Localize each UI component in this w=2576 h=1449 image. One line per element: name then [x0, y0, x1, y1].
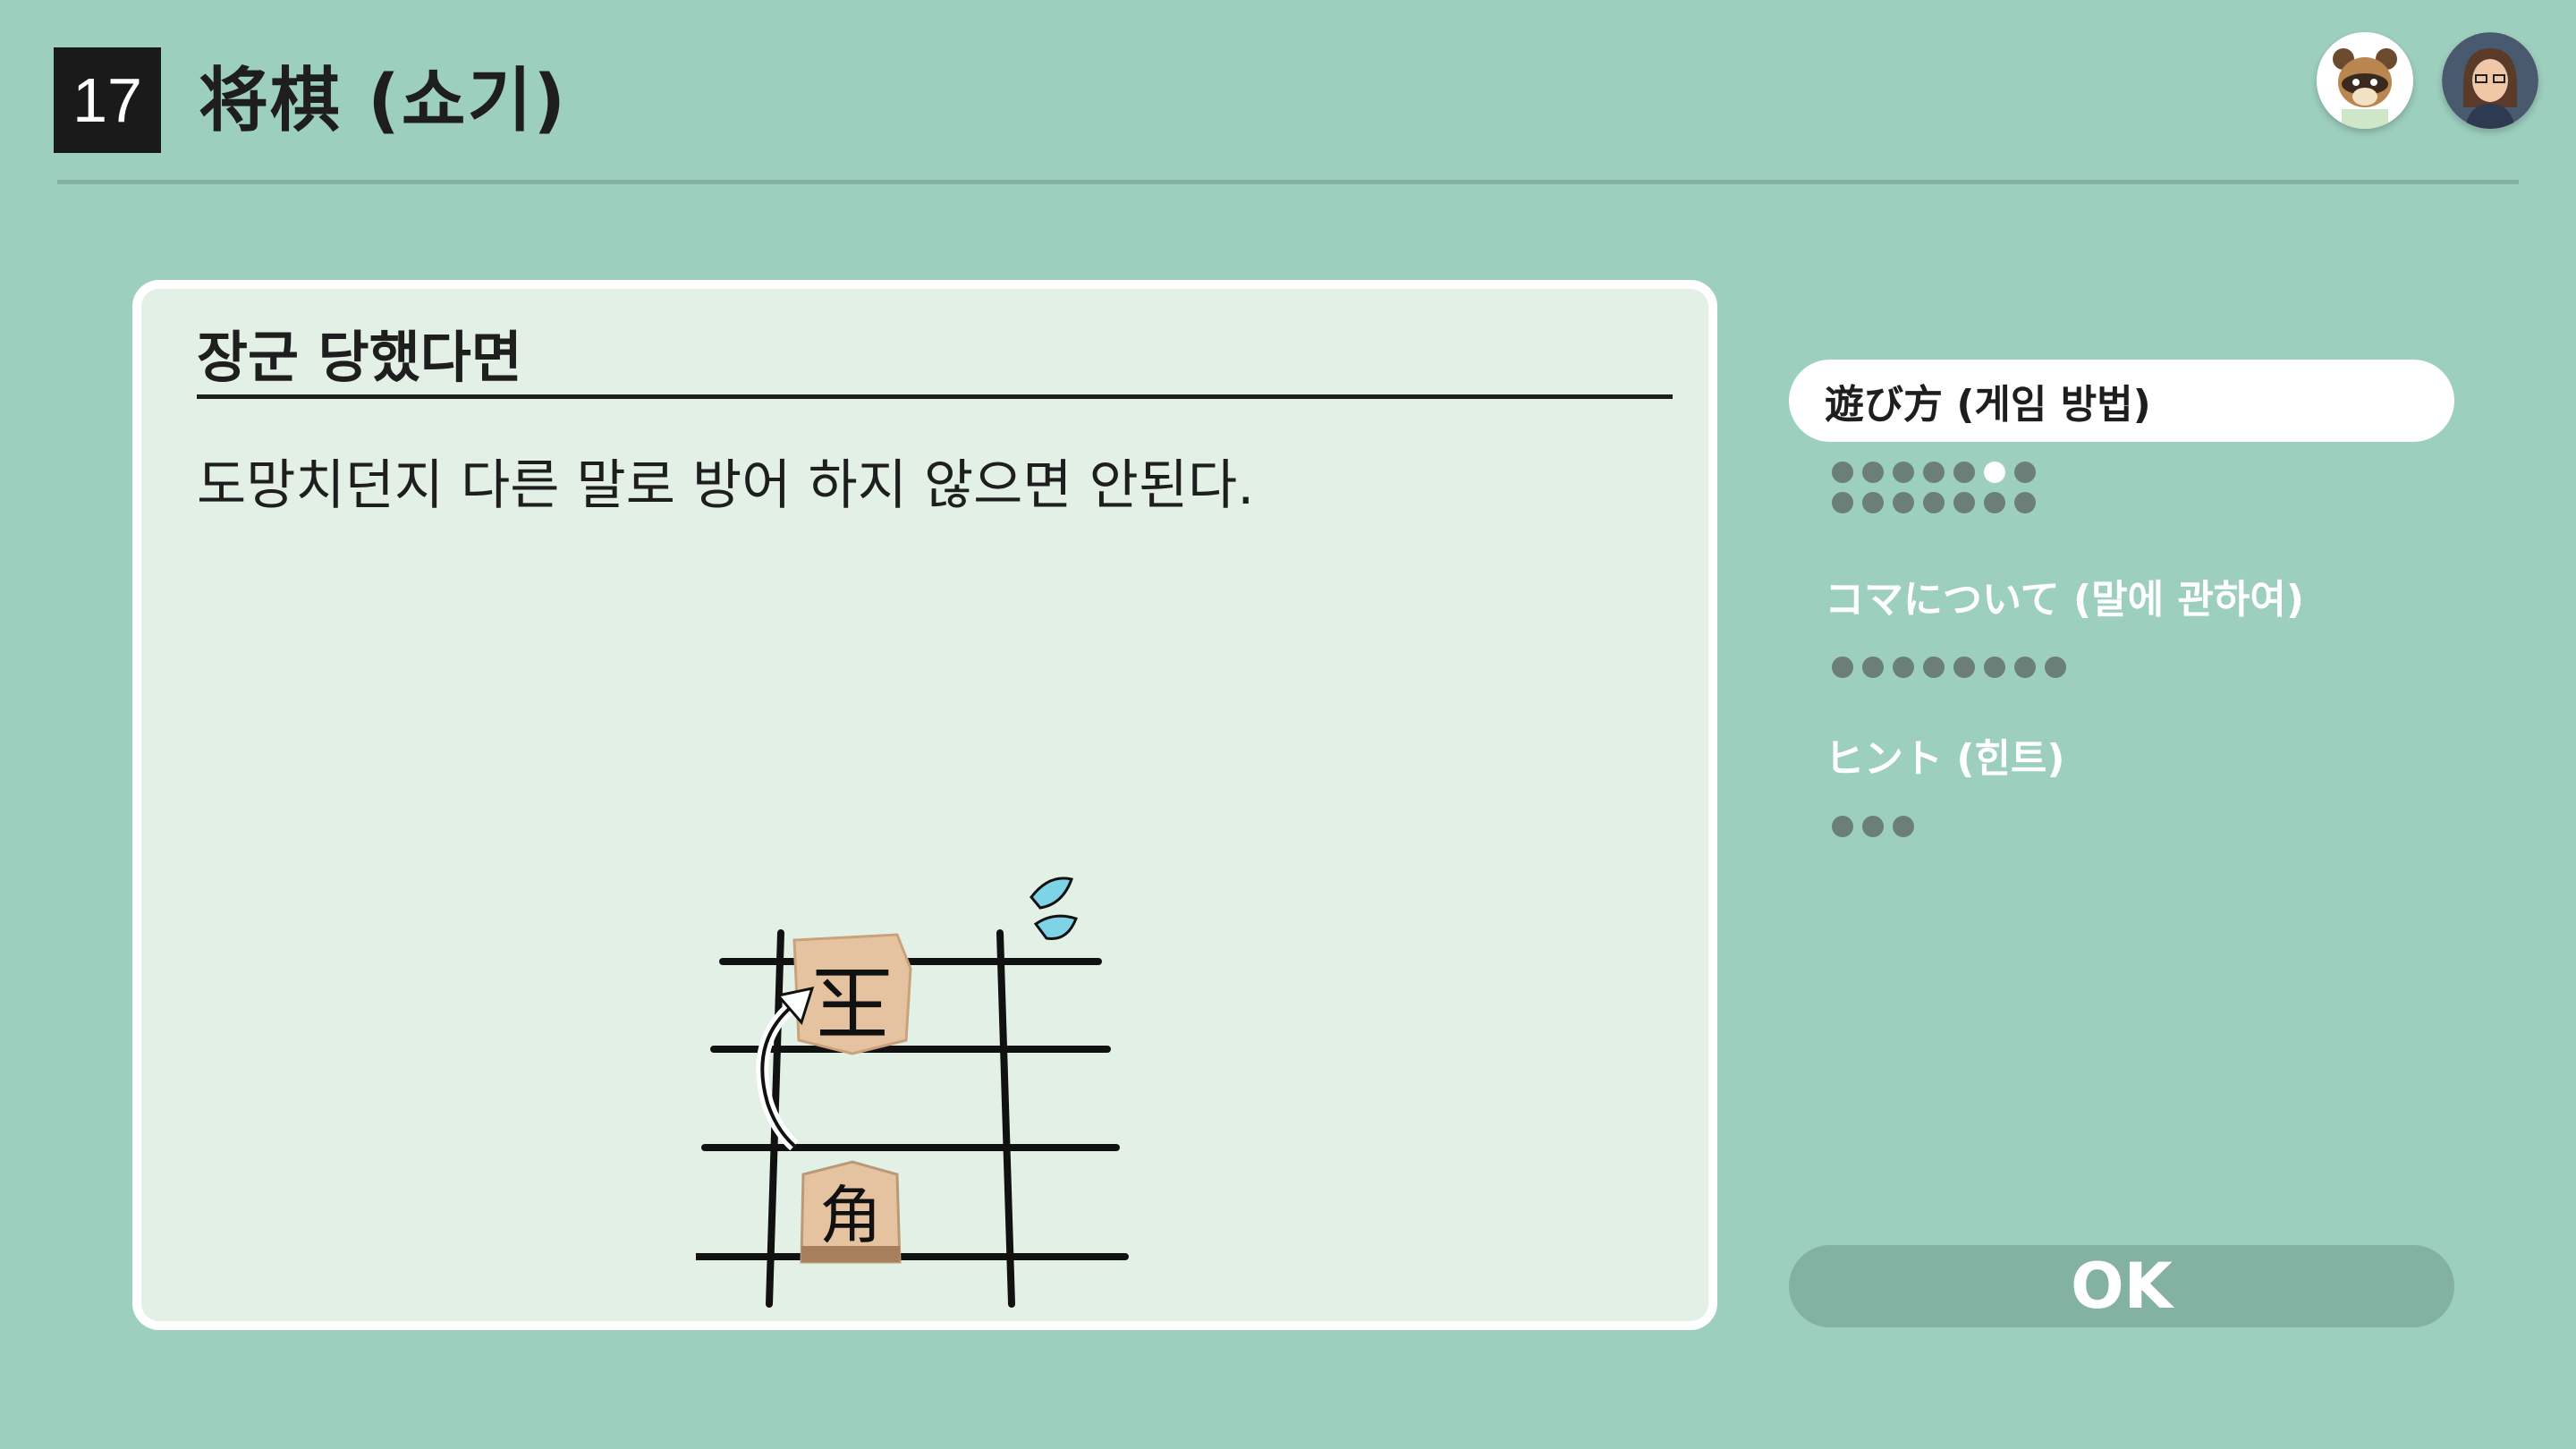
page-dot[interactable]	[1832, 816, 1853, 837]
about-pieces-page-dots	[1832, 657, 2100, 678]
raccoon-avatar-icon	[2317, 32, 2413, 129]
king-piece-label: 玉	[812, 953, 893, 1047]
how-to-play-page-dots	[1832, 462, 2064, 513]
page-dot[interactable]	[1893, 462, 1914, 483]
card-heading: 장군 당했다면	[197, 325, 522, 390]
page-dot[interactable]	[2045, 657, 2066, 678]
menu-item-about-pieces[interactable]: コマについて (말에 관하여)	[1789, 555, 2454, 637]
sweat-drops-icon	[1030, 877, 1078, 941]
level-number: 17	[54, 47, 161, 153]
menu-item-how-to-play[interactable]: 遊び方 (게임 방법)	[1789, 360, 2454, 442]
hints-page-dots	[1832, 816, 2064, 837]
page-dot-current[interactable]	[1984, 462, 2005, 483]
page-dot[interactable]	[1862, 462, 1884, 483]
page-dot[interactable]	[1923, 492, 1945, 513]
player-avatar-icon	[2442, 32, 2538, 129]
card-body-text: 도망치던지 다른 말로 방어 하지 않으면 안된다.	[197, 454, 1255, 517]
rules-card: 장군 당했다면 도망치던지 다른 말로 방어 하지 않으면 안된다. 玉 角	[132, 280, 1717, 1330]
avatar-player[interactable]	[2442, 32, 2538, 129]
page-title: 将棋 (쇼기)	[199, 61, 567, 141]
page-dot[interactable]	[1984, 657, 2005, 678]
page-dot[interactable]	[1953, 492, 1975, 513]
page-dot[interactable]	[1862, 657, 1884, 678]
page-dot[interactable]	[1923, 462, 1945, 483]
page-dot[interactable]	[1953, 657, 1975, 678]
page-dot[interactable]	[1832, 657, 1853, 678]
shogi-check-illustration: 玉 角	[696, 877, 1129, 1308]
page-dot[interactable]	[1862, 492, 1884, 513]
header-divider	[57, 180, 2519, 184]
page-dot[interactable]	[1893, 816, 1914, 837]
page-dot[interactable]	[1862, 816, 1884, 837]
page-dot[interactable]	[1953, 462, 1975, 483]
menu-item-hints[interactable]: ヒント (힌트)	[1789, 714, 2454, 796]
bishop-piece: 角	[800, 1160, 902, 1264]
card-divider	[197, 394, 1673, 399]
page-dot[interactable]	[1893, 657, 1914, 678]
avatar-tom-nook[interactable]	[2317, 32, 2413, 129]
page-dot[interactable]	[1984, 492, 2005, 513]
ok-button[interactable]: OK	[1789, 1245, 2454, 1327]
page-dot[interactable]	[1832, 462, 1853, 483]
bishop-piece-label: 角	[819, 1179, 882, 1252]
board-line	[996, 929, 1015, 1308]
page-dot[interactable]	[2014, 492, 2036, 513]
page-dot[interactable]	[1832, 492, 1853, 513]
page-dot[interactable]	[1893, 492, 1914, 513]
page-dot[interactable]	[2014, 462, 2036, 483]
page-dot[interactable]	[1923, 657, 1945, 678]
page-dot[interactable]	[2014, 657, 2036, 678]
